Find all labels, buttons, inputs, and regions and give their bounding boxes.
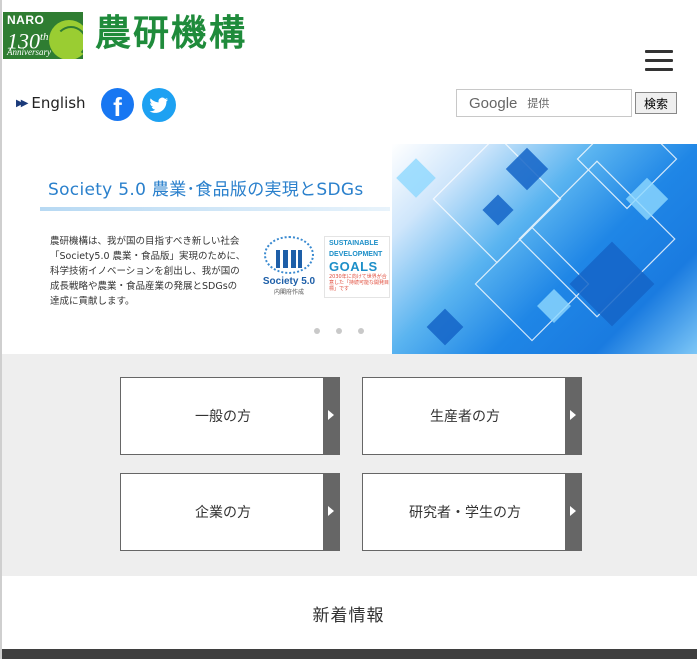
dark-footer-bar (2, 649, 697, 659)
banner-body-text: 農研機構は、我が国の目指すべき新しい社会 「Society5.0 農業・食品版」… (50, 236, 246, 307)
news-section-title: 新着情報 (312, 606, 385, 626)
site-logo-title[interactable]: 農研機構 (95, 12, 247, 56)
banner-title: Society 5.0 農業･食品版の実現とSDGs (48, 180, 364, 200)
society5-logo: Society 5.0 内閣府作成 (260, 236, 318, 296)
hero-banner[interactable]: Society 5.0 農業･食品版の実現とSDGs 農研機構は、我が国の目指す… (2, 144, 697, 354)
anniversary-logo[interactable]: NARO 130th Anniversary (3, 12, 83, 59)
banner-divider (40, 207, 390, 211)
provided-label: 提供 (527, 97, 550, 110)
category-button-companies[interactable]: 企業の方 (120, 473, 340, 551)
english-label: English (31, 94, 86, 112)
twitter-icon[interactable] (142, 88, 176, 122)
badge-anniversary: Anniversary (7, 47, 51, 57)
category-button-producers[interactable]: 生産者の方 (362, 377, 582, 455)
carousel-dot-3[interactable] (358, 328, 364, 334)
badge-org: NARO (7, 13, 45, 27)
category-button-researchers[interactable]: 研究者・学生の方 (362, 473, 582, 551)
carousel-dot-1[interactable] (314, 328, 320, 334)
facebook-icon[interactable]: f (101, 88, 134, 121)
city-emblem-icon (264, 236, 314, 274)
menu-hamburger-icon[interactable] (645, 50, 673, 72)
arrow-right-icon (565, 378, 581, 454)
arrow-right-icon (323, 378, 339, 454)
search-input[interactable]: Google 提供 (456, 89, 632, 117)
category-button-general[interactable]: 一般の方 (120, 377, 340, 455)
arrow-right-icon (323, 474, 339, 550)
leaf-emblem-icon (49, 20, 83, 59)
google-label: Google (469, 94, 518, 112)
carousel-dot-2[interactable] (336, 328, 342, 334)
banner-art (392, 144, 697, 354)
sdgs-logo: SUSTAINABLE DEVELOPMENT GOALS 2030年に向けて世… (324, 236, 390, 298)
category-area: 一般の方 生産者の方 企業の方 研究者・学生の方 (2, 354, 697, 576)
carousel-dots[interactable] (314, 328, 364, 334)
search-button[interactable]: 検索 (635, 92, 677, 114)
double-arrow-icon: ▶▶ (16, 97, 29, 109)
arrow-right-icon (565, 474, 581, 550)
english-link[interactable]: ▶▶ English (16, 94, 86, 112)
